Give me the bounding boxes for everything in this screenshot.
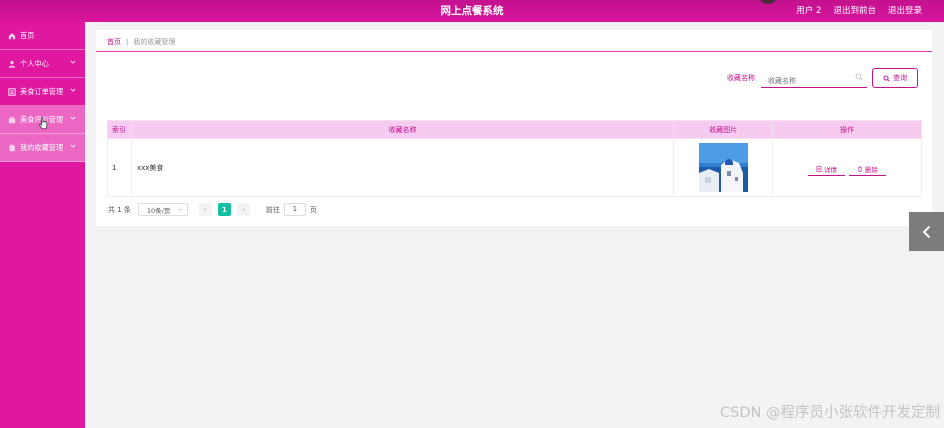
goto-label: 前往 bbox=[265, 205, 280, 214]
goto-suffix: 页 bbox=[309, 205, 317, 214]
chevron-down-icon bbox=[70, 144, 76, 148]
delete-button-label: 删除 bbox=[865, 166, 879, 174]
breadcrumb-home[interactable]: 首页 bbox=[107, 37, 121, 47]
row-actions-cell: 详情 删除 bbox=[772, 138, 922, 197]
search-input[interactable] bbox=[761, 72, 851, 90]
column-header-actions: 操作 bbox=[772, 120, 922, 139]
column-header-image: 收藏图片 bbox=[673, 120, 774, 139]
list-icon bbox=[7, 87, 16, 96]
doc-icon bbox=[7, 143, 16, 152]
search-icon bbox=[855, 73, 863, 81]
search-button[interactable]: 查询 bbox=[872, 68, 918, 88]
breadcrumb-divider bbox=[96, 51, 932, 52]
top-bar: 网上点餐系统 用户 2 退出到前台 退出登录 bbox=[0, 0, 944, 22]
goto-page-input[interactable]: 1 bbox=[283, 203, 306, 216]
breadcrumb: 首页 | 我的收藏管理 bbox=[107, 37, 175, 47]
document-icon bbox=[816, 166, 822, 172]
table-header-row: 索引 收藏名称 收藏图片 操作 bbox=[107, 120, 922, 139]
sidebar-item-label: 我的收藏管理 bbox=[20, 142, 64, 152]
page-size-value: 10条/页 bbox=[146, 206, 171, 215]
pagination: 共 1 条 10条/页 1 前往 1 页 bbox=[108, 203, 317, 216]
sidebar-item-home[interactable]: 首页 bbox=[0, 22, 85, 50]
exit-to-frontend-link[interactable]: 退出到前台 bbox=[833, 4, 876, 16]
sidebar-item-label: 个人中心 bbox=[20, 58, 49, 68]
pagination-total: 共 1 条 bbox=[108, 205, 131, 214]
chevron-down-icon bbox=[178, 208, 183, 211]
favorite-thumbnail[interactable] bbox=[698, 143, 748, 192]
delete-button[interactable]: 删除 bbox=[849, 164, 887, 176]
sidebar: 首页 个人中心 美食订单管理 美食评价管理 我的收藏管理 bbox=[0, 22, 85, 428]
row-favorite-name: xxx美食 bbox=[130, 138, 675, 197]
username-link[interactable]: 用户 2 bbox=[796, 4, 821, 16]
trash-icon bbox=[858, 166, 862, 172]
search-button-label: 查询 bbox=[893, 74, 907, 82]
sidebar-item-order-management[interactable]: 美食订单管理 bbox=[0, 78, 85, 106]
page-size-select[interactable]: 10条/页 bbox=[137, 203, 188, 216]
sidebar-item-label: 首页 bbox=[20, 30, 35, 40]
column-header-name: 收藏名称 bbox=[130, 120, 675, 139]
watermark: CSDN @程序员小张软件开发定制 bbox=[720, 405, 940, 421]
search-icon bbox=[883, 74, 890, 82]
side-collapse-button[interactable] bbox=[909, 212, 944, 251]
chevron-left-icon bbox=[203, 207, 207, 212]
row-image-cell bbox=[673, 138, 774, 197]
prev-page-button[interactable] bbox=[198, 203, 212, 216]
logout-link[interactable]: 退出登录 bbox=[888, 4, 922, 16]
chevron-right-icon bbox=[242, 207, 245, 212]
content-panel: 首页 | 我的收藏管理 收藏名称 查询 索引 收藏名称 收藏图片 操作 1 xx… bbox=[96, 30, 932, 226]
row-index: 1 bbox=[107, 138, 132, 197]
chevron-down-icon bbox=[70, 88, 76, 92]
header-links: 用户 2 退出到前台 退出登录 bbox=[796, 4, 922, 16]
chevron-left-icon bbox=[922, 225, 930, 238]
chevron-down-icon bbox=[70, 60, 76, 64]
page-number-button[interactable]: 1 bbox=[217, 203, 231, 216]
chevron-down-icon bbox=[70, 116, 76, 120]
detail-button[interactable]: 详情 bbox=[808, 164, 846, 176]
next-page-button[interactable] bbox=[236, 203, 250, 216]
table-row: 1 xxx美食 详情 删除 bbox=[107, 138, 922, 197]
search-field bbox=[761, 68, 867, 90]
detail-button-label: 详情 bbox=[824, 166, 838, 174]
search-label: 收藏名称 bbox=[727, 74, 755, 82]
sidebar-item-favorites-management[interactable]: 我的收藏管理 bbox=[0, 134, 85, 162]
favorites-table: 索引 收藏名称 收藏图片 操作 1 xxx美食 详情 删除 bbox=[107, 120, 922, 197]
breadcrumb-separator: | bbox=[126, 38, 129, 46]
sidebar-item-personal-center[interactable]: 个人中心 bbox=[0, 50, 85, 78]
hand-cursor-icon bbox=[39, 117, 48, 130]
breadcrumb-current: 我的收藏管理 bbox=[133, 38, 176, 46]
column-header-index: 索引 bbox=[107, 120, 132, 139]
briefcase-icon bbox=[7, 115, 16, 124]
user-icon bbox=[7, 59, 16, 68]
home-icon bbox=[7, 31, 16, 40]
sidebar-item-label: 美食订单管理 bbox=[20, 86, 64, 96]
